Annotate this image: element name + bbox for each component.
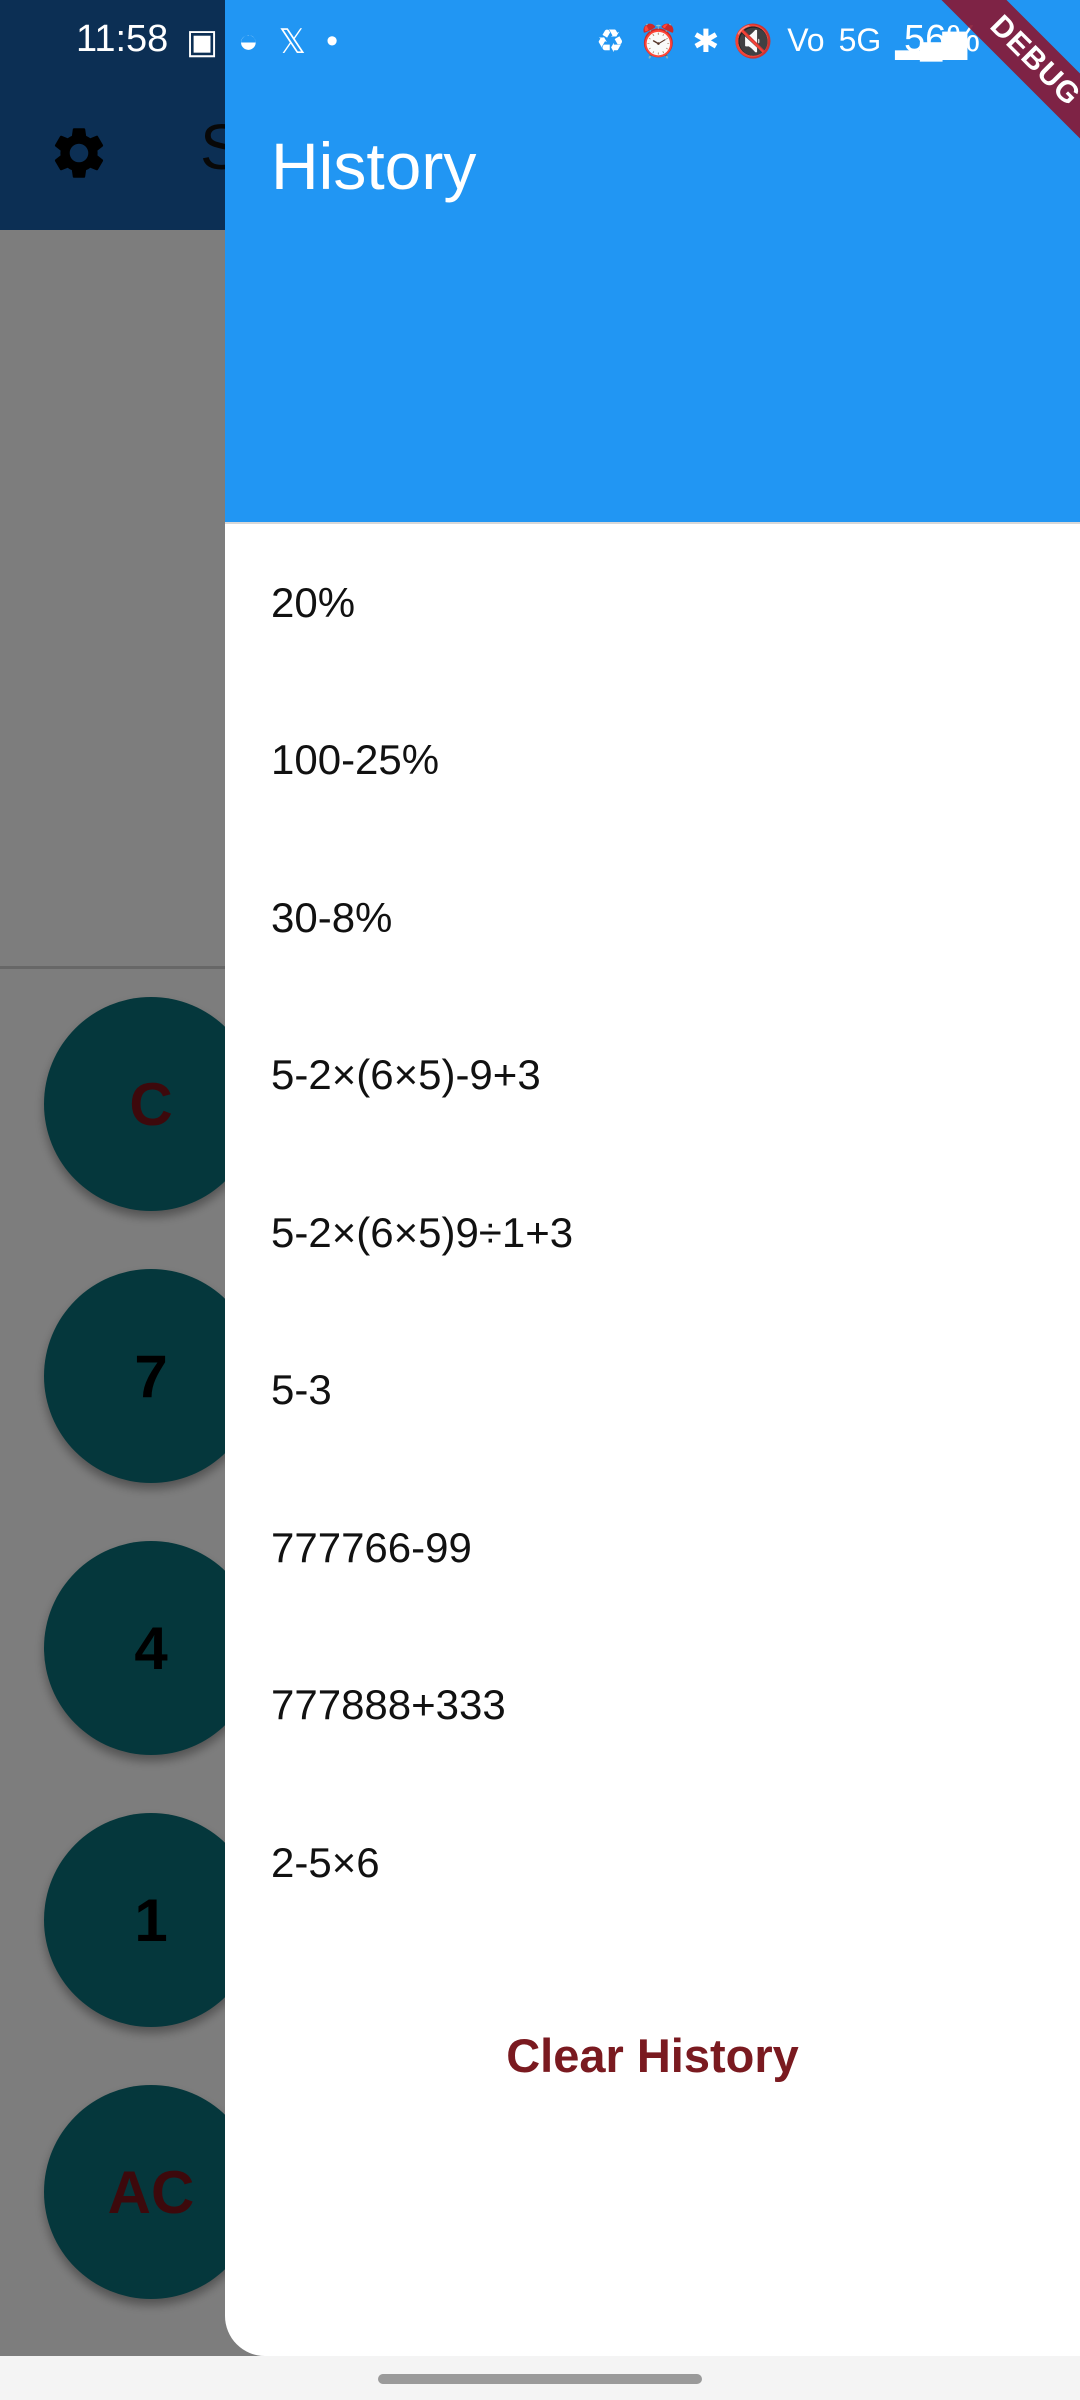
- bluetooth-icon: ✱: [692, 23, 720, 59]
- history-item[interactable]: 30-8%: [225, 839, 1080, 997]
- history-list: 20% 100-25% 30-8% 5-2×(6×5)-9+3 5-2×(6×5…: [225, 524, 1080, 1942]
- history-item[interactable]: 777766-99: [225, 1469, 1080, 1627]
- image-icon: ▣: [186, 23, 219, 61]
- history-item[interactable]: 5-2×(6×5)-9+3: [225, 997, 1080, 1155]
- 5g-icon: 5G: [838, 22, 882, 58]
- history-item[interactable]: 5-2×(6×5)9÷1+3: [225, 1154, 1080, 1312]
- history-item[interactable]: 20%: [225, 524, 1080, 682]
- app-icon: ◒: [238, 22, 259, 60]
- status-time: 11:58: [76, 18, 169, 60]
- history-item[interactable]: 2-5×6: [225, 1784, 1080, 1942]
- alarm-icon: ⏰: [638, 23, 679, 59]
- clear-history-button[interactable]: Clear History: [225, 1990, 1080, 2120]
- mute-icon: 🔇: [733, 23, 774, 59]
- history-item[interactable]: 100-25%: [225, 682, 1080, 840]
- history-item[interactable]: 5-3: [225, 1312, 1080, 1470]
- history-drawer: History 20% 100-25% 30-8% 5-2×(6×5)-9+3 …: [225, 0, 1080, 2356]
- x-logo-icon: 𝕏: [278, 23, 307, 61]
- drawer-title: History: [271, 129, 477, 203]
- status-bar: 11:58 ▣ ◒ 𝕏 • ♻ ⏰ ✱ 🔇 Vo 5G ▂▄▆ 56%: [0, 0, 1080, 90]
- sync-icon: ♻: [596, 23, 625, 59]
- volte-icon: Vo: [787, 22, 825, 58]
- notification-icons: ▣ ◒ 𝕏 •: [186, 22, 338, 62]
- history-item[interactable]: 777888+333: [225, 1627, 1080, 1785]
- home-indicator[interactable]: [378, 2374, 702, 2384]
- dot-icon: •: [326, 22, 338, 60]
